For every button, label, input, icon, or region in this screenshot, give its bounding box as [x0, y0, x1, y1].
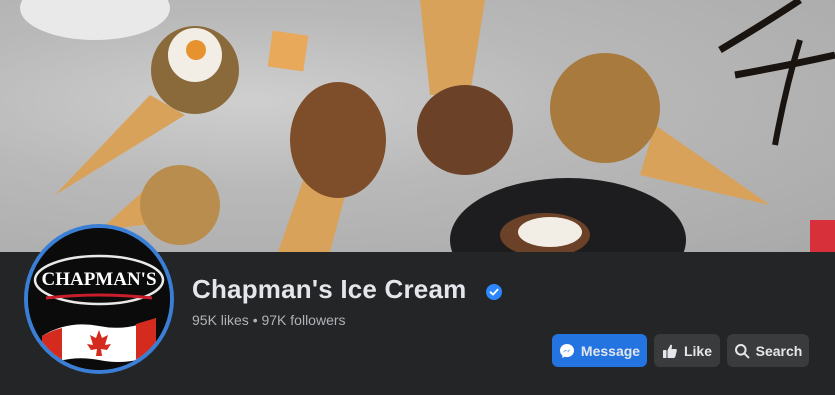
page-title: Chapman's Ice Cream — [192, 274, 467, 304]
page-stats[interactable]: 95K likes • 97K followers — [192, 312, 346, 328]
cover-illustration — [20, 0, 835, 252]
avatar-logo: CHAPMAN'S — [28, 228, 170, 370]
profile-avatar[interactable]: CHAPMAN'S — [24, 224, 174, 374]
messenger-icon — [559, 343, 574, 358]
avatar-brand-text: CHAPMAN'S — [41, 269, 156, 290]
cover-photo[interactable] — [0, 0, 835, 252]
message-button[interactable]: Message — [552, 334, 647, 367]
verified-badge-icon — [486, 284, 502, 300]
search-icon — [734, 343, 750, 358]
message-button-label: Message — [580, 342, 641, 359]
thumbs-up-icon — [662, 344, 677, 358]
search-button[interactable]: Search — [727, 334, 809, 367]
search-button-label: Search — [755, 342, 803, 359]
like-button-label: Like — [683, 342, 712, 359]
chapmans-logo-icon: CHAPMAN'S — [28, 228, 170, 370]
like-button[interactable]: Like — [654, 334, 720, 367]
